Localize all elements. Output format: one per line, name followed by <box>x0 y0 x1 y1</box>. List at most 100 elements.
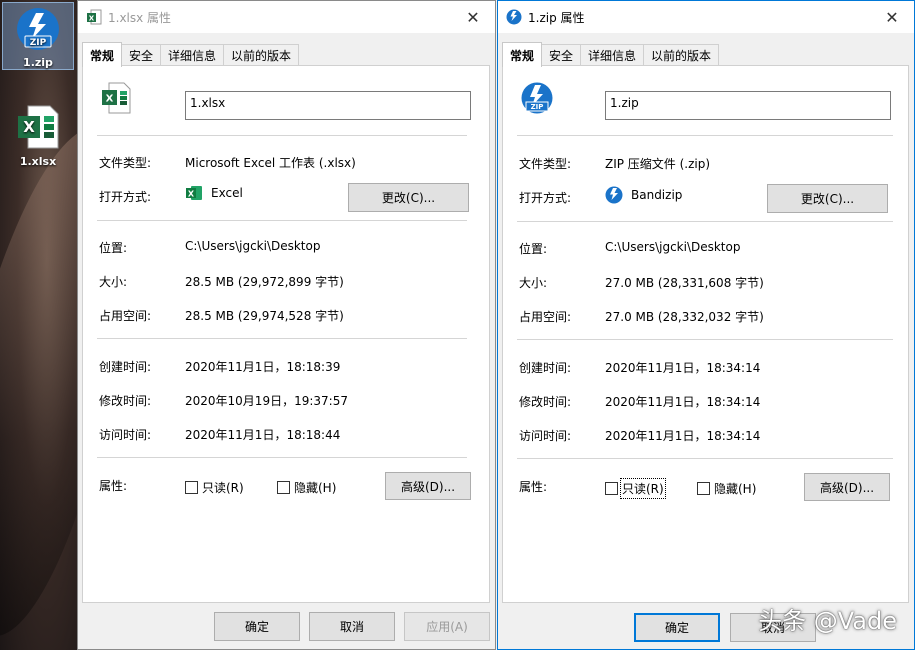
advanced-button[interactable]: 高级(D)... <box>385 472 471 500</box>
tab-security[interactable]: 安全 <box>121 44 162 66</box>
disk-size-label: 占用空间: <box>99 309 152 323</box>
desktop-item-zip[interactable]: ZIP 1.zip <box>2 2 74 70</box>
svg-text:X: X <box>106 94 114 105</box>
desktop-item-zip-label: 1.zip <box>23 56 53 69</box>
tab-details[interactable]: 详细信息 <box>580 44 645 66</box>
separator <box>97 220 467 221</box>
bandizip-small-icon <box>506 9 522 25</box>
close-button[interactable]: ✕ <box>870 1 914 33</box>
modified-label: 修改时间: <box>519 395 572 409</box>
apply-button[interactable]: 应用(A) <box>404 612 490 641</box>
filename-field[interactable]: 1.xlsx <box>185 91 471 120</box>
file-type-value: Microsoft Excel 工作表 (.xlsx) <box>185 156 356 170</box>
ok-button[interactable]: 确定 <box>214 612 300 641</box>
created-label: 创建时间: <box>519 361 572 375</box>
open-with-label: 打开方式: <box>519 191 572 205</box>
tab-details[interactable]: 详细信息 <box>160 44 225 66</box>
open-with-app: Bandizip <box>605 186 682 204</box>
titlebar[interactable]: 1.zip 属性 ✕ <box>498 1 914 33</box>
open-with-app: X Excel <box>185 184 243 202</box>
modified-value: 2020年11月1日，18:34:14 <box>605 395 761 409</box>
desktop-item-xlsx[interactable]: X 1.xlsx <box>2 100 74 170</box>
accessed-value: 2020年11月1日，18:18:44 <box>185 428 341 442</box>
desktop-background: ZIP 1.zip X 1.xlsx <box>0 0 78 650</box>
tab-strip: 常规 安全 详细信息 以前的版本 <box>82 42 300 67</box>
open-with-label: 打开方式: <box>99 190 152 204</box>
svg-text:X: X <box>188 190 195 199</box>
svg-text:ZIP: ZIP <box>531 103 544 111</box>
desktop-item-xlsx-label: 1.xlsx <box>19 155 57 168</box>
tab-previous-versions[interactable]: 以前的版本 <box>223 44 300 66</box>
checkbox-box[interactable] <box>697 482 710 495</box>
size-value: 27.0 MB (28,331,608 字节) <box>605 276 764 290</box>
readonly-checkbox[interactable]: 只读(R) <box>185 479 244 496</box>
general-panel: ZIP 1.zip 文件类型: ZIP 压缩文件 (.zip) 打开方式: Ba… <box>502 65 909 603</box>
separator <box>97 457 467 458</box>
separator <box>517 221 893 222</box>
readonly-checkbox[interactable]: 只读(R) <box>605 478 666 499</box>
advanced-button[interactable]: 高级(D)... <box>804 473 890 501</box>
tab-strip: 常规 安全 详细信息 以前的版本 <box>502 42 720 67</box>
readonly-label: 只读(R) <box>620 478 666 499</box>
location-value: C:\Users\jgcki\Desktop <box>605 240 741 254</box>
open-with-value: Bandizip <box>631 188 683 202</box>
created-value: 2020年11月1日，18:18:39 <box>185 360 341 374</box>
disk-size-value: 27.0 MB (28,332,032 字节) <box>605 310 764 324</box>
disk-size-label: 占用空间: <box>519 310 572 324</box>
file-type-value: ZIP 压缩文件 (.zip) <box>605 157 711 171</box>
disk-size-value: 28.5 MB (29,974,528 字节) <box>185 309 344 323</box>
file-type-label: 文件类型: <box>519 157 572 171</box>
separator <box>97 135 467 136</box>
modified-label: 修改时间: <box>99 394 152 408</box>
change-button[interactable]: 更改(C)... <box>348 183 469 212</box>
ok-button[interactable]: 确定 <box>634 613 720 642</box>
hidden-checkbox[interactable]: 隐藏(H) <box>697 480 756 497</box>
created-label: 创建时间: <box>99 360 152 374</box>
location-value: C:\Users\jgcki\Desktop <box>185 239 321 253</box>
size-value: 28.5 MB (29,972,899 字节) <box>185 275 344 289</box>
filename-field[interactable]: 1.zip <box>605 91 891 120</box>
checkbox-box[interactable] <box>185 481 198 494</box>
close-icon: ✕ <box>466 7 480 27</box>
attributes-label: 属性: <box>99 479 128 493</box>
close-button[interactable]: ✕ <box>451 1 495 33</box>
open-with-value: Excel <box>211 186 243 200</box>
bandizip-zip-icon: ZIP <box>17 8 59 50</box>
location-label: 位置: <box>519 242 548 256</box>
hidden-label: 隐藏(H) <box>714 482 757 496</box>
tab-previous-versions[interactable]: 以前的版本 <box>643 44 720 66</box>
checkbox-box[interactable] <box>277 481 290 494</box>
window-title: 1.xlsx 属性 <box>108 10 172 25</box>
properties-dialog-zip: 1.zip 属性 ✕ 常规 安全 详细信息 以前的版本 ZIP 1.zip 文件… <box>497 0 915 650</box>
separator <box>517 458 893 459</box>
window-title: 1.zip 属性 <box>528 10 585 25</box>
separator <box>517 339 893 340</box>
general-panel: X 1.xlsx 文件类型: Microsoft Excel 工作表 (.xls… <box>82 65 490 603</box>
bandizip-zip-icon: ZIP <box>521 82 553 114</box>
accessed-label: 访问时间: <box>519 429 572 443</box>
bandizip-app-icon <box>605 186 623 204</box>
separator <box>97 338 467 339</box>
change-button[interactable]: 更改(C)... <box>767 184 888 213</box>
svg-text:ZIP: ZIP <box>30 38 47 48</box>
titlebar[interactable]: X 1.xlsx 属性 ✕ <box>78 1 495 33</box>
location-label: 位置: <box>99 241 128 255</box>
size-label: 大小: <box>99 275 128 289</box>
tab-security[interactable]: 安全 <box>541 44 582 66</box>
cancel-button[interactable]: 取消 <box>309 612 395 641</box>
excel-small-icon: X <box>87 9 102 25</box>
excel-app-icon: X <box>186 186 202 200</box>
tab-general[interactable]: 常规 <box>82 42 123 67</box>
size-label: 大小: <box>519 276 548 290</box>
excel-file-icon: X <box>18 105 59 149</box>
separator <box>517 135 893 136</box>
modified-value: 2020年10月19日，19:37:57 <box>185 394 348 408</box>
attributes-label: 属性: <box>519 480 548 494</box>
accessed-label: 访问时间: <box>99 428 152 442</box>
svg-text:X: X <box>89 15 95 23</box>
accessed-value: 2020年11月1日，18:34:14 <box>605 429 761 443</box>
tab-general[interactable]: 常规 <box>502 42 543 67</box>
hidden-checkbox[interactable]: 隐藏(H) <box>277 479 336 496</box>
checkbox-box[interactable] <box>605 482 618 495</box>
properties-dialog-xlsx: X 1.xlsx 属性 ✕ 常规 安全 详细信息 以前的版本 X 1.xlsx … <box>77 0 496 650</box>
